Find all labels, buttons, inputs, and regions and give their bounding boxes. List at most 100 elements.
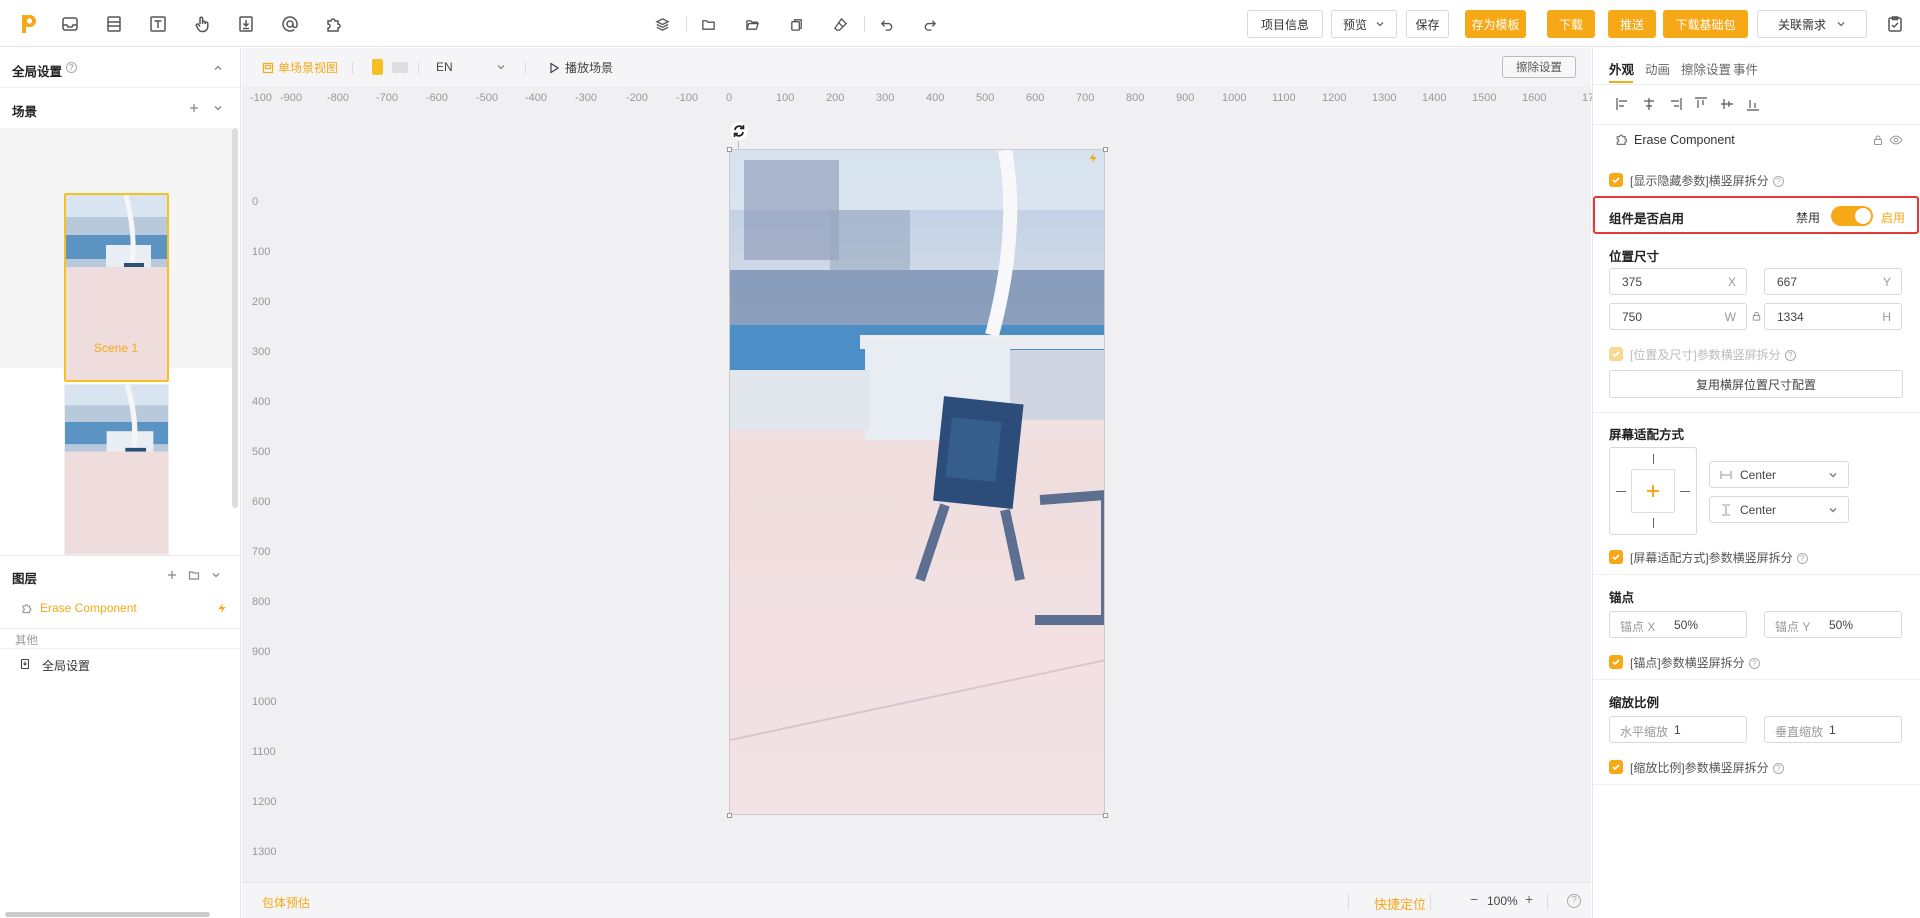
download-button[interactable]: 下载 xyxy=(1547,10,1595,38)
anchor-y-input[interactable]: 锚点 Y 50% xyxy=(1764,611,1902,638)
align-center-v-icon[interactable] xyxy=(1719,96,1735,112)
at-icon[interactable] xyxy=(279,13,301,35)
position-split-checkbox[interactable] xyxy=(1609,347,1623,361)
component-enabled-toggle[interactable] xyxy=(1831,206,1873,226)
app-logo[interactable] xyxy=(16,11,40,37)
width-input[interactable]: 750 W xyxy=(1609,303,1747,330)
help-icon[interactable]: ? xyxy=(1784,350,1796,362)
rotate-handle[interactable] xyxy=(728,120,750,142)
zoom-in-button[interactable]: + xyxy=(1525,891,1533,907)
redo-icon[interactable] xyxy=(920,14,940,34)
add-icon[interactable] xyxy=(187,101,201,115)
tab-0[interactable]: 外观 xyxy=(1609,59,1634,78)
anchor-x-input[interactable]: 锚点 X 50% xyxy=(1609,611,1747,638)
push-button[interactable]: 推送 xyxy=(1608,10,1656,38)
align-center-h-icon[interactable] xyxy=(1641,96,1657,112)
layout-icon[interactable] xyxy=(103,13,125,35)
tab-1[interactable]: 动画 xyxy=(1645,59,1670,78)
help-icon[interactable]: ? xyxy=(1772,763,1784,775)
single-scene-view-toggle[interactable]: 单场景视图 xyxy=(262,59,338,76)
tab-2[interactable]: 擦除设置 xyxy=(1681,59,1731,78)
scenes-header: 场景 xyxy=(0,88,240,128)
height-input[interactable]: 1334 H xyxy=(1764,303,1902,330)
scenes-scrollbar[interactable] xyxy=(232,128,238,508)
page-icon[interactable] xyxy=(235,13,257,35)
plugin-icon[interactable] xyxy=(323,13,345,35)
zoom-level: 100% xyxy=(1487,894,1518,908)
eye-icon[interactable] xyxy=(1889,134,1903,146)
align-bottom-icon[interactable] xyxy=(1745,96,1761,112)
portrait-mode-toggle[interactable] xyxy=(372,59,383,75)
vertical-align-select[interactable]: Center xyxy=(1709,496,1849,523)
scene-item-selected[interactable] xyxy=(0,128,232,382)
help-icon[interactable]: ? xyxy=(1796,553,1808,565)
linked-requirements-dropdown[interactable]: 关联需求 xyxy=(1757,10,1867,38)
scale-split-checkbox[interactable] xyxy=(1609,760,1623,774)
download-base-package-button[interactable]: 下载基础包 xyxy=(1663,10,1748,38)
scene-artboard[interactable] xyxy=(729,149,1105,815)
ruler-tick-label: 400 xyxy=(926,92,945,104)
help-icon[interactable]: ? xyxy=(66,62,77,73)
other-item-global-settings[interactable]: 全局设置 xyxy=(0,652,240,676)
scale-horizontal-input[interactable]: 水平缩放 1 xyxy=(1609,716,1747,743)
align-left-icon[interactable] xyxy=(1615,96,1631,112)
undo-icon[interactable] xyxy=(876,14,896,34)
eraser-icon[interactable] xyxy=(830,14,850,34)
component-enabled-row: 组件是否启用 禁用 启用 xyxy=(1593,196,1919,234)
ruler-tick-label: -600 xyxy=(426,92,449,104)
play-scene-button[interactable]: 播放场景 xyxy=(549,59,613,76)
text-icon[interactable] xyxy=(147,13,169,35)
language-select[interactable]: EN xyxy=(436,60,518,76)
show-hidden-params-checkbox[interactable] xyxy=(1609,173,1623,187)
fit-split-label: [屏幕适配方式]参数横竖屏拆分? xyxy=(1630,549,1808,566)
linked-requirements-label: 关联需求 xyxy=(1777,17,1826,32)
layer-item-erase-component[interactable]: Erase Component xyxy=(0,594,240,622)
gesture-icon[interactable] xyxy=(191,13,213,35)
chevron-down-icon[interactable] xyxy=(209,568,223,582)
folder-icon[interactable] xyxy=(698,14,718,34)
save-button[interactable]: 保存 xyxy=(1406,10,1449,38)
scene-view-icon xyxy=(262,62,274,74)
align-top-icon[interactable] xyxy=(1693,96,1709,112)
preview-dropdown[interactable]: 预览 xyxy=(1331,10,1397,38)
anchor-split-checkbox[interactable] xyxy=(1609,655,1623,669)
erase-settings-button[interactable]: 擦除设置 xyxy=(1502,56,1576,78)
page-icon xyxy=(18,657,32,671)
save-as-template-button[interactable]: 存为模板 xyxy=(1465,10,1526,38)
scale-title: 缩放比例 xyxy=(1609,696,1660,710)
top-toolbar: 项目信息 预览 保存 存为模板 下载 推送 下载基础包 关联需求 xyxy=(0,0,1920,47)
help-icon[interactable]: ? xyxy=(1748,658,1760,670)
scale-vertical-input[interactable]: 垂直缩放 1 xyxy=(1764,716,1902,743)
chevron-up-icon[interactable] xyxy=(211,61,225,75)
global-settings-header[interactable]: 全局设置 ? xyxy=(0,48,240,88)
clipboard-check-icon[interactable] xyxy=(1884,13,1906,35)
lock-icon[interactable] xyxy=(1872,134,1884,146)
layers-icon[interactable] xyxy=(652,14,672,34)
align-right-icon[interactable] xyxy=(1667,96,1683,112)
landscape-mode-toggle[interactable] xyxy=(392,62,408,73)
fit-center-plus-icon[interactable] xyxy=(1631,469,1675,513)
help-icon[interactable]: ? xyxy=(1567,894,1581,908)
zoom-out-button[interactable]: − xyxy=(1470,891,1478,907)
horizontal-align-select[interactable]: Center xyxy=(1709,461,1849,488)
fit-split-checkbox[interactable] xyxy=(1609,550,1623,564)
copy-icon[interactable] xyxy=(786,14,806,34)
folder-open-icon[interactable] xyxy=(742,14,762,34)
reuse-landscape-config-button[interactable]: 复用横屏位置尺寸配置 xyxy=(1609,370,1903,398)
chevron-down-icon[interactable] xyxy=(211,101,225,115)
left-panel-hscrollbar[interactable] xyxy=(5,912,210,917)
scene-thumbnail-2[interactable] xyxy=(64,384,169,555)
package-size-estimate-link[interactable]: 包体预估 xyxy=(262,894,310,911)
position-x-input[interactable]: 375 X xyxy=(1609,268,1747,295)
position-y-input[interactable]: 667 Y xyxy=(1764,268,1902,295)
add-icon[interactable] xyxy=(165,568,179,582)
inbox-icon[interactable] xyxy=(59,13,81,35)
folder-icon[interactable] xyxy=(187,568,201,582)
tab-3[interactable]: 事件 xyxy=(1733,59,1758,78)
project-info-button[interactable]: 项目信息 xyxy=(1247,10,1323,38)
ruler-tick-label: 1200 xyxy=(1322,92,1347,104)
help-icon[interactable]: ? xyxy=(1772,176,1784,188)
quick-locate-button[interactable]: 快捷定位 xyxy=(1374,894,1426,913)
screen-fit-anchor-widget[interactable] xyxy=(1609,447,1697,535)
lock-aspect-icon[interactable] xyxy=(1751,310,1762,322)
